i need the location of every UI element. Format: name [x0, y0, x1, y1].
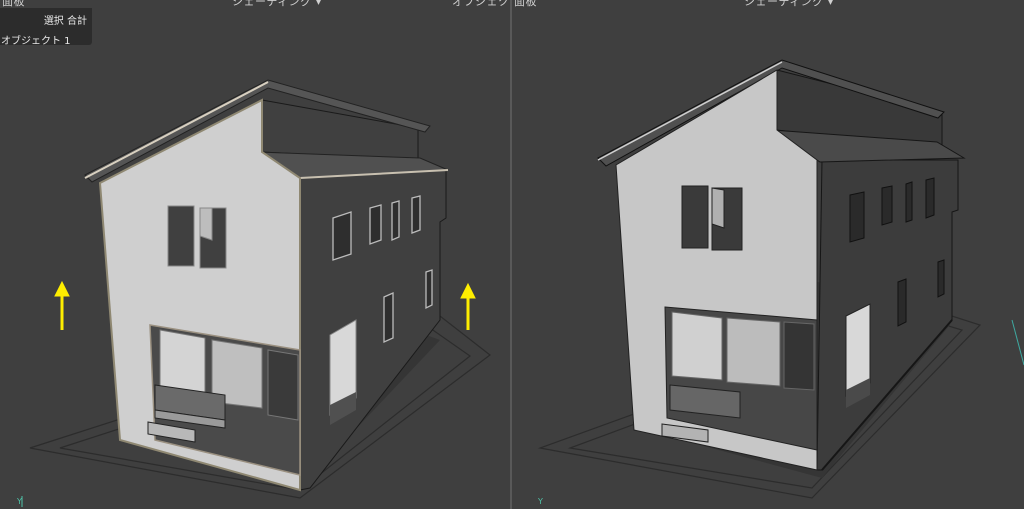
front-window-right	[681, 185, 743, 251]
stats-object-row: オブジェクト 1	[1, 36, 71, 47]
axis-y-label-right: Y	[538, 497, 543, 506]
clerestory-box	[261, 99, 419, 161]
viewport-right[interactable]: 面板 シェーディング ▾ Y	[512, 0, 1024, 509]
house-model-outlined[interactable]	[0, 0, 510, 509]
selection-stats-panel: 選択 合計 オブジェクト 1	[0, 8, 92, 47]
up-arrow-icon-2	[460, 282, 476, 330]
viewport-left[interactable]: 面板 シェーディング ▾ オブジェクト ▾	[0, 0, 510, 509]
up-arrow-icon	[54, 280, 70, 330]
stats-title: 選択 合計	[43, 16, 87, 27]
house-model-shaded[interactable]	[512, 0, 1024, 509]
axis-y-label: Y	[17, 497, 22, 506]
